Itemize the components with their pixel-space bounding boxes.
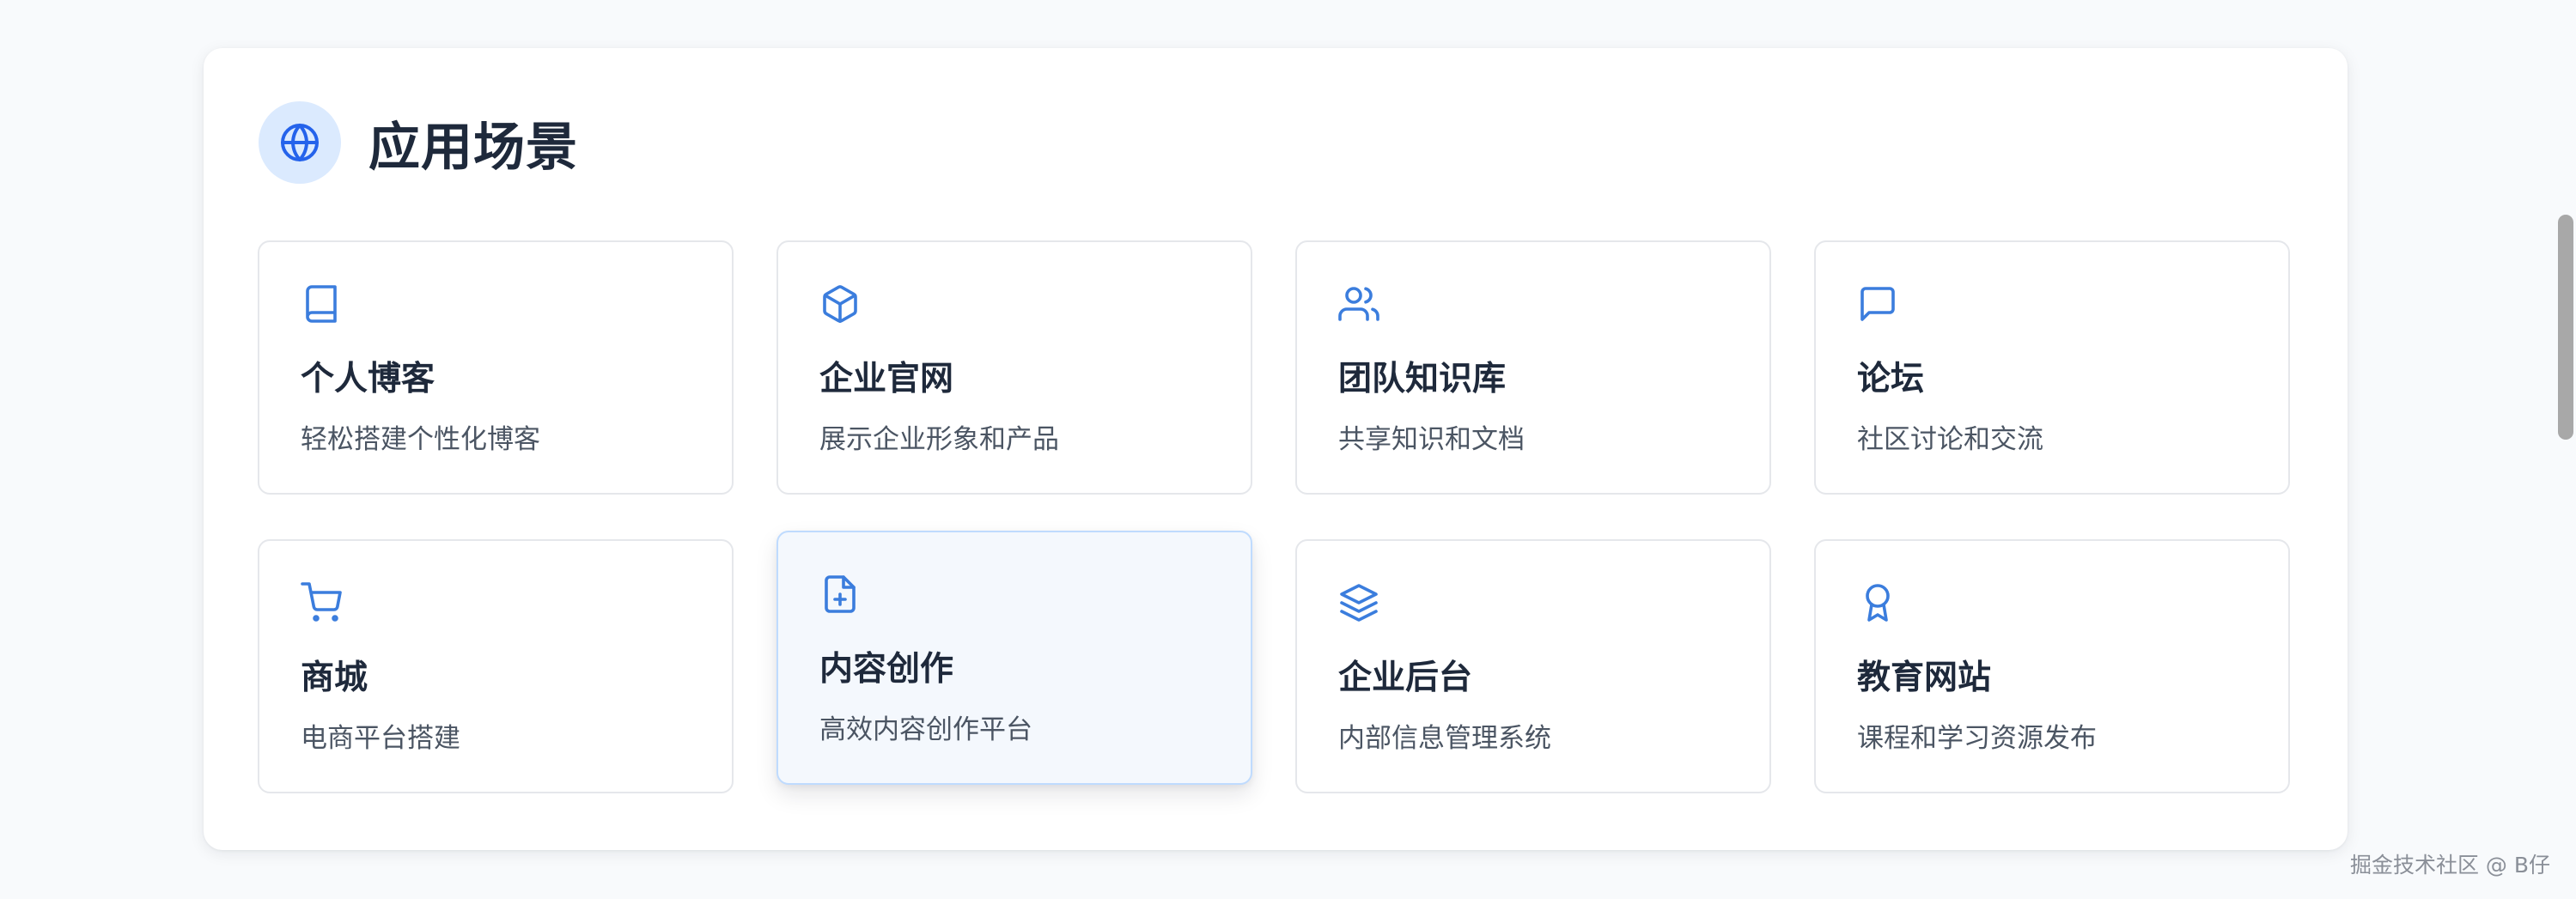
scenario-description: 社区讨论和交流 — [1857, 424, 2043, 455]
scenarios-panel: 应用场景 个人博客 轻松搭建个性化博客 企业官网 展示企业形象和产品 团队知识库… — [204, 48, 2348, 850]
scenario-description: 内部信息管理系统 — [1338, 723, 1551, 754]
users-icon — [1338, 283, 1379, 325]
scenario-title: 个人博客 — [301, 360, 435, 398]
scenario-card-education-site[interactable]: 教育网站 课程和学习资源发布 — [1814, 539, 2290, 793]
scenario-description: 展示企业形象和产品 — [819, 424, 1059, 455]
scrollbar-thumb[interactable] — [2558, 215, 2573, 440]
globe-icon — [259, 101, 341, 184]
scenario-description: 共享知识和文档 — [1338, 424, 1525, 455]
scenario-title: 商城 — [301, 659, 368, 697]
scenario-title: 教育网站 — [1857, 659, 1992, 697]
scenario-description: 课程和学习资源发布 — [1857, 723, 2097, 754]
scenario-title: 团队知识库 — [1338, 360, 1507, 398]
scenario-title: 企业官网 — [819, 360, 954, 398]
page-scrollbar[interactable] — [2555, 0, 2576, 899]
shopping-cart-icon — [301, 582, 342, 623]
scenario-title: 内容创作 — [819, 650, 954, 689]
file-plus-icon — [819, 574, 861, 615]
book-icon — [301, 283, 342, 325]
scenario-card-forum[interactable]: 论坛 社区讨论和交流 — [1814, 240, 2290, 495]
scenario-card-enterprise-backend[interactable]: 企业后台 内部信息管理系统 — [1295, 539, 1771, 793]
message-square-icon — [1857, 283, 1898, 325]
scenario-card-personal-blog[interactable]: 个人博客 轻松搭建个性化博客 — [258, 240, 734, 495]
scenario-description: 电商平台搭建 — [301, 723, 460, 754]
scenario-card-corporate-site[interactable]: 企业官网 展示企业形象和产品 — [776, 240, 1252, 495]
scenario-card-content-creation[interactable]: 内容创作 高效内容创作平台 — [776, 531, 1252, 785]
scenario-description: 高效内容创作平台 — [819, 714, 1032, 745]
scenario-card-mall[interactable]: 商城 电商平台搭建 — [258, 539, 734, 793]
section-header: 应用场景 — [259, 101, 578, 184]
section-title: 应用场景 — [368, 117, 578, 178]
scenario-title: 企业后台 — [1338, 659, 1473, 697]
watermark: 掘金技术社区 @ B仔 — [2349, 853, 2550, 878]
award-icon — [1857, 582, 1898, 623]
scenario-card-team-knowledge-base[interactable]: 团队知识库 共享知识和文档 — [1295, 240, 1771, 495]
package-icon — [819, 283, 861, 325]
layers-icon — [1338, 582, 1379, 623]
scenario-title: 论坛 — [1857, 360, 1925, 398]
scenario-description: 轻松搭建个性化博客 — [301, 424, 540, 455]
